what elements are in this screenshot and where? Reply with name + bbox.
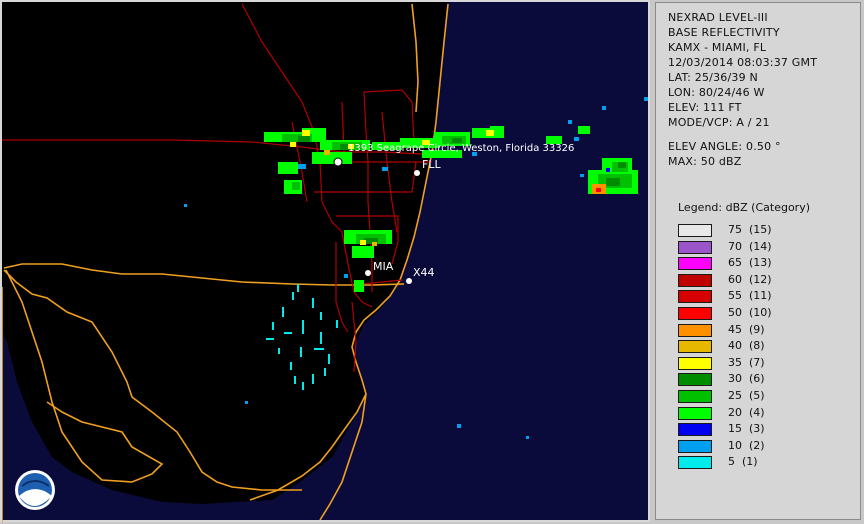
land-mass (2, 2, 448, 504)
legend-label: 10 (2) (728, 438, 765, 452)
product-line-1: NEXRAD LEVEL-III (668, 11, 768, 24)
legend-swatch (678, 373, 712, 387)
legend-swatch (678, 456, 712, 470)
fll-label: FLL (422, 158, 441, 171)
legend-label: 50 (10) (728, 306, 772, 319)
x44-marker[interactable] (406, 278, 412, 284)
legend-label: 35 (7) (728, 355, 765, 369)
noaa-logo (15, 470, 55, 510)
legend-swatch (678, 390, 712, 403)
address-marker[interactable] (333, 157, 343, 167)
legend-label: 75 (15) (728, 223, 772, 236)
legend-swatch (678, 439, 712, 453)
legend-swatch (678, 356, 712, 370)
legend-swatch (678, 323, 712, 337)
legend-swatch (678, 240, 712, 254)
legend-swatch (678, 340, 712, 354)
legend-label: 40 (8) (728, 339, 765, 353)
address-label: 1393 Seagrape Circle, Weston, Florida 33… (348, 143, 575, 154)
radar-map[interactable]: 1393 Seagrape Circle, Weston, Florida 33… (0, 0, 650, 522)
legend-title: Legend: dBZ (Category) (678, 201, 810, 214)
legend-swatch (678, 290, 712, 304)
legend-swatch (678, 406, 712, 420)
max-dbz-line: MAX: 50 dBZ (668, 155, 742, 168)
radar-map-canvas[interactable] (2, 2, 652, 524)
legend-swatch (678, 224, 712, 237)
longitude-line: LON: 80/24/46 W (668, 86, 765, 99)
product-line-2: BASE REFLECTIVITY (668, 26, 780, 39)
latitude-line: LAT: 25/36/39 N (668, 71, 758, 84)
legend-swatch (678, 307, 712, 320)
legend-label: 5 (1) (728, 455, 758, 469)
mia-label: MIA (373, 260, 394, 273)
legend-label: 30 (6) (728, 372, 765, 386)
legend-label: 45 (9) (728, 322, 765, 336)
mia-marker[interactable] (365, 270, 371, 276)
fll-marker[interactable] (414, 170, 420, 176)
timestamp-line: 12/03/2014 08:03:37 GMT (668, 56, 818, 69)
elevation-line: ELEV: 111 FT (668, 101, 742, 114)
elev-angle-line: ELEV ANGLE: 0.50 ° (668, 140, 781, 153)
legend-label: 20 (4) (728, 405, 765, 419)
x44-label: X44 (413, 266, 435, 279)
station-line: KAMX - MIAMI, FL (668, 41, 767, 54)
info-panel: NEXRAD LEVEL-III BASE REFLECTIVITY KAMX … (655, 2, 861, 520)
legend-swatch (678, 257, 712, 271)
mode-vcp-line: MODE/VCP: A / 21 (668, 116, 770, 129)
legend-swatch (678, 423, 712, 437)
legend-label: 60 (12) (728, 272, 772, 286)
legend-label: 70 (14) (728, 239, 772, 253)
legend-label: 65 (13) (728, 256, 772, 270)
legend-label: 25 (5) (728, 389, 765, 402)
legend-swatch (678, 273, 712, 287)
legend-label: 15 (3) (728, 422, 765, 436)
legend-label: 55 (11) (728, 289, 772, 303)
